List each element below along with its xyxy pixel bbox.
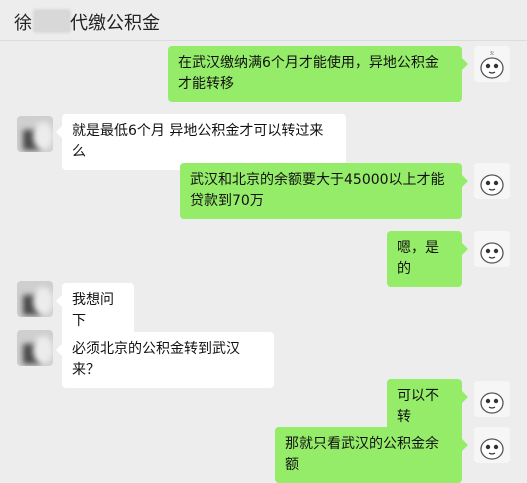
avatar-illustration-icon bbox=[474, 427, 510, 463]
redacted-name-blur bbox=[33, 9, 71, 33]
avatar-illustration-icon bbox=[474, 231, 510, 267]
my-avatar[interactable] bbox=[474, 427, 510, 463]
avatar-illustration-icon: ℛ bbox=[474, 46, 510, 82]
my-avatar[interactable]: ℛ bbox=[474, 46, 510, 82]
message-bubble-outgoing[interactable]: 在武汉缴纳满6个月才能使用，异地公积金才能转移 bbox=[168, 46, 468, 102]
message-bubble-outgoing[interactable]: 武汉和北京的余额要大于45000以上才能贷款到70万 bbox=[180, 163, 468, 219]
message-bubble-outgoing[interactable]: 嗯，是的 bbox=[387, 231, 468, 287]
contact-avatar[interactable] bbox=[17, 116, 53, 152]
chat-header: 徐 代缴公积金 bbox=[0, 0, 527, 41]
my-avatar[interactable] bbox=[474, 163, 510, 199]
chat-title-prefix: 徐 bbox=[14, 13, 32, 34]
avatar-illustration-icon bbox=[474, 163, 510, 199]
avatar-illustration-icon bbox=[474, 381, 510, 417]
my-avatar[interactable] bbox=[474, 231, 510, 267]
contact-avatar[interactable] bbox=[17, 330, 53, 366]
message-bubble-incoming[interactable]: 就是最低6个月 异地公积金才可以转过来么 bbox=[56, 114, 346, 170]
message-bubble-incoming[interactable]: 我想问下 bbox=[56, 283, 134, 339]
svg-text:ℛ: ℛ bbox=[490, 51, 494, 57]
message-bubble-outgoing[interactable]: 那就只看武汉的公积金余额 bbox=[275, 427, 468, 483]
my-avatar[interactable] bbox=[474, 381, 510, 417]
chat-title: 代缴公积金 bbox=[70, 13, 160, 34]
message-bubble-incoming[interactable]: 必须北京的公积金转到武汉来？ bbox=[56, 332, 274, 388]
contact-avatar[interactable] bbox=[17, 281, 53, 317]
